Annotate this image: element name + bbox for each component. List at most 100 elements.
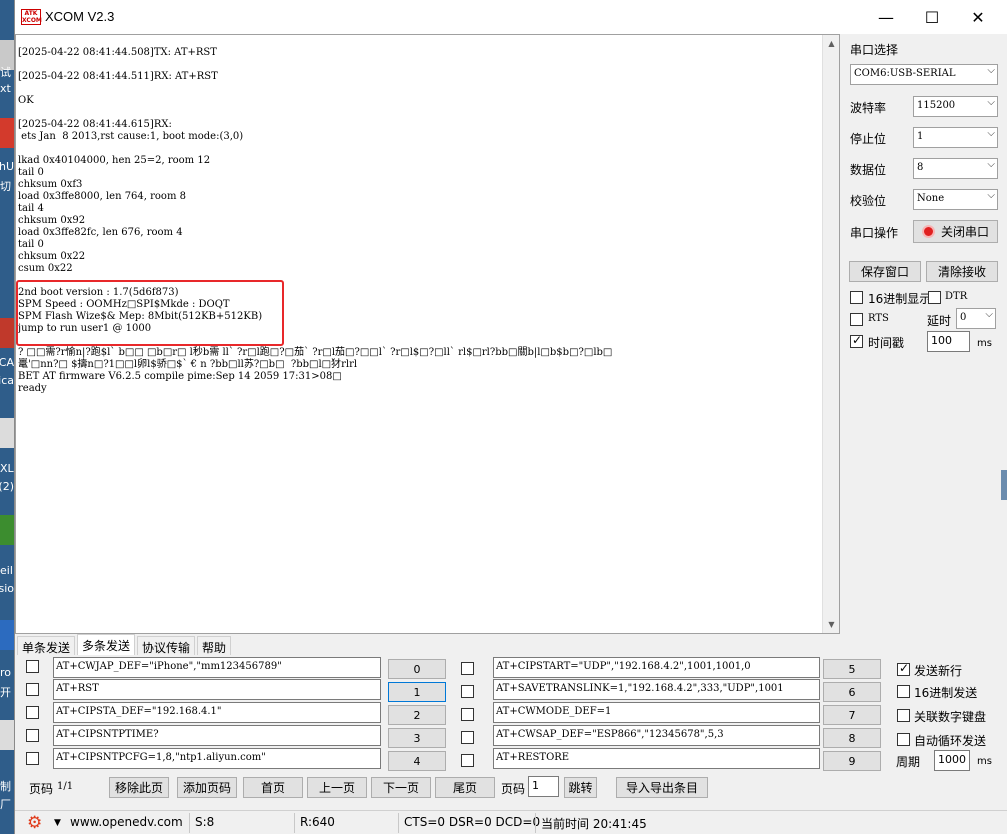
timestamp-input[interactable]: 100 [927,331,970,352]
status-bar: ⚙ ▼ www.openedv.com S:8 R:640 CTS=0 DSR=… [15,810,1007,834]
desktop-icon[interactable] [0,720,14,750]
row-checkbox[interactable] [461,662,474,675]
tab-single-send[interactable]: 单条发送 [17,636,76,655]
first-page-button[interactable]: 首页 [243,777,303,798]
row-checkbox[interactable] [26,660,39,673]
command-input[interactable]: AT+CWSAP_DEF="ESP866","12345678",5,3 [493,725,820,746]
receive-area[interactable]: [2025-04-22 08:41:44.508]TX: AT+RST [202… [15,34,840,634]
row-checkbox[interactable] [461,708,474,721]
period-input[interactable]: 1000 [934,750,970,771]
send-button-6[interactable]: 6 [823,682,881,702]
close-button[interactable]: ✕ [955,0,1001,34]
desktop-label: XL [0,462,14,475]
command-input[interactable]: AT+CIPSNTPCFG=1,8,"ntp1.aliyun.com" [53,748,381,769]
send-button-0[interactable]: 0 [388,659,446,679]
hex-display-label: 16进制显示 [868,292,932,306]
prev-page-button[interactable]: 上一页 [307,777,367,798]
desktop-icon[interactable] [0,118,14,148]
hex-display-checkbox[interactable] [850,291,863,304]
send-button-8[interactable]: 8 [823,728,881,748]
desktop-label: 厂 [0,798,11,811]
rts-checkbox[interactable] [850,313,863,326]
desktop-label: 试 [0,66,11,79]
tab-multi-send[interactable]: 多条发送 [77,634,136,655]
minimize-button[interactable]: — [863,0,909,34]
dtr-checkbox[interactable] [928,291,941,304]
last-page-button[interactable]: 尾页 [435,777,495,798]
timestamp-checkbox[interactable] [850,333,863,348]
remove-page-button[interactable]: 移除此页 [109,777,169,798]
status-divider [535,813,536,833]
desktop-label: xt [0,82,11,95]
status-divider [294,813,295,833]
row-checkbox[interactable] [461,731,474,744]
scroll-up-icon[interactable]: ▲ [823,35,839,52]
next-page-button[interactable]: 下一页 [371,777,431,798]
send-button-1[interactable]: 1 [388,682,446,702]
desktop-icon[interactable] [0,318,14,348]
delay-value: 0 [960,312,967,323]
chevron-down-icon: ⌵ [987,159,995,170]
command-input[interactable]: AT+RESTORE [493,748,820,769]
command-input[interactable]: AT+CIPSNTPTIME? [53,725,381,746]
sent-count: S:8 [195,815,215,829]
command-input[interactable]: AT+CIPSTA_DEF="192.168.4.1" [53,702,381,723]
port-select[interactable]: COM6:USB-SERIAL ⌵ [850,64,998,85]
row-checkbox[interactable] [26,752,39,765]
rts-label: RTS [868,313,889,324]
desktop-edge [1001,470,1007,500]
tab-protocol[interactable]: 协议传输 [137,636,196,655]
record-icon [921,225,935,238]
xcom-window: ATK XCOM XCOM V2.3 — ☐ ✕ [2025-04-22 08:… [14,0,1007,834]
chevron-down-icon[interactable]: ▼ [54,817,61,835]
gear-icon[interactable]: ⚙ [27,812,42,833]
command-input[interactable]: AT+CWJAP_DEF="iPhone","mm123456789" [53,657,381,678]
numpad-checkbox[interactable] [897,709,910,722]
send-button-9[interactable]: 9 [823,751,881,771]
send-newline-checkbox[interactable] [897,661,910,676]
parity-select[interactable]: None ⌵ [913,189,998,210]
period-ms-label: ms [977,756,992,767]
baud-select[interactable]: 115200 ⌵ [913,96,998,117]
tab-help[interactable]: 帮助 [197,636,232,655]
command-input[interactable]: AT+RST [53,679,381,700]
delay-select[interactable]: 0 ⌵ [956,308,996,329]
desktop-icon[interactable] [0,620,14,650]
row-checkbox[interactable] [461,685,474,698]
loop-send-checkbox[interactable] [897,733,910,746]
stop-select[interactable]: 1 ⌵ [913,127,998,148]
command-input[interactable]: AT+SAVETRANSLINK=1,"192.168.4.2",333,"UD… [493,679,820,700]
row-checkbox[interactable] [26,683,39,696]
data-bits-value: 8 [917,162,924,173]
maximize-button[interactable]: ☐ [909,0,955,34]
delay-label: 延时 [927,314,952,328]
command-input[interactable]: AT+CWMODE_DEF=1 [493,702,820,723]
desktop-icon[interactable] [0,515,14,545]
close-port-button[interactable]: 关闭串口 [913,220,998,243]
save-window-button[interactable]: 保存窗口 [849,261,921,282]
clear-receive-button[interactable]: 清除接收 [926,261,998,282]
website-link[interactable]: www.openedv.com [70,814,183,832]
row-checkbox[interactable] [26,729,39,742]
send-button-2[interactable]: 2 [388,705,446,725]
import-export-button[interactable]: 导入导出条目 [616,777,708,798]
hex-send-label: 16进制发送 [914,686,978,700]
receive-scrollbar[interactable]: ▲ ▼ [822,35,839,633]
send-button-4[interactable]: 4 [388,751,446,771]
hex-send-checkbox[interactable] [897,685,910,698]
send-button-7[interactable]: 7 [823,705,881,725]
desktop-background: 试 xt hU 切 CA ica XL (2) eil sio ro 开 制 厂 [0,0,14,834]
page-jump-input[interactable]: 1 [528,776,559,797]
jump-button[interactable]: 跳转 [564,777,597,798]
scroll-down-icon[interactable]: ▼ [823,616,839,633]
multi-send-panel: AT+CWJAP_DEF="iPhone","mm123456789" 0 AT… [15,655,1007,773]
row-checkbox[interactable] [26,706,39,719]
send-button-5[interactable]: 5 [823,659,881,679]
desktop-icon[interactable] [0,418,14,448]
data-bits-select[interactable]: 8 ⌵ [913,158,998,179]
title-bar[interactable]: ATK XCOM XCOM V2.3 — ☐ ✕ [15,0,1007,34]
command-input[interactable]: AT+CIPSTART="UDP","192.168.4.2",1001,100… [493,657,820,678]
add-page-button[interactable]: 添加页码 [177,777,237,798]
send-button-3[interactable]: 3 [388,728,446,748]
row-checkbox[interactable] [461,754,474,767]
